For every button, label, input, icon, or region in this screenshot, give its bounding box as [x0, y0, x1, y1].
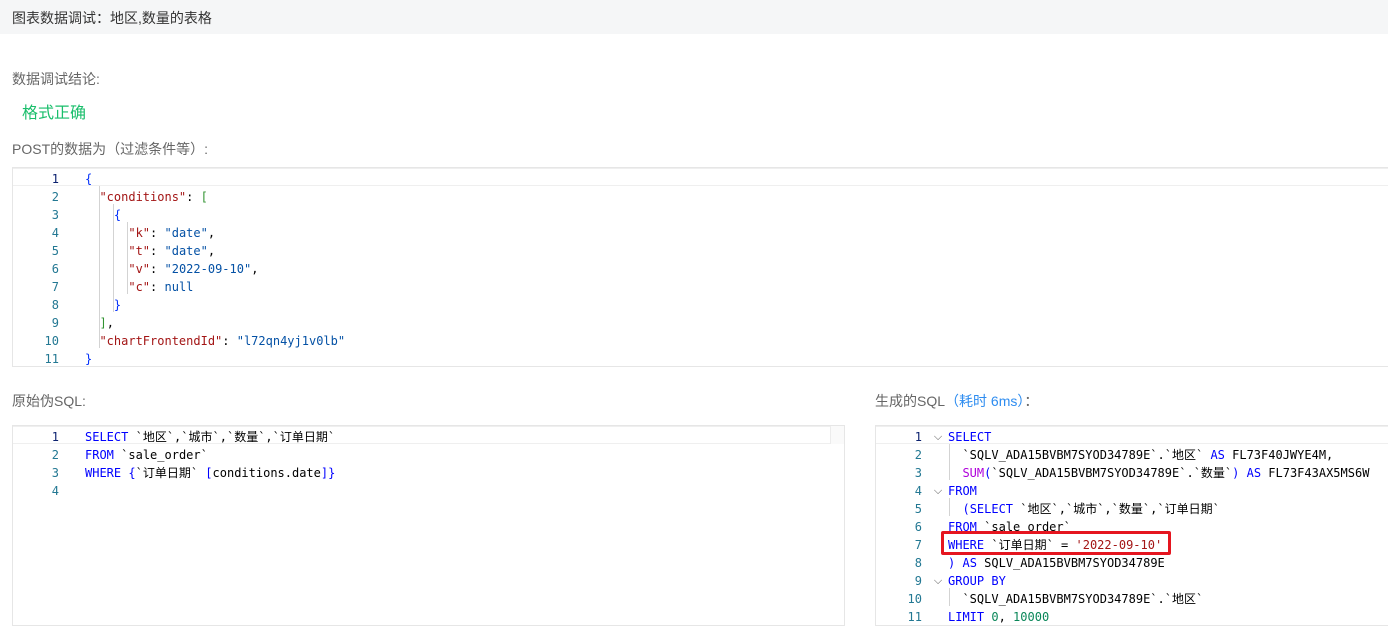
line-number: 11: [44, 352, 59, 366]
code-line: }: [113, 298, 122, 312]
fold-chevron-icon[interactable]: ⌵: [932, 428, 944, 446]
generated-sql-label-text: 生成的SQL: [875, 393, 946, 409]
raw-sql-label: 原始伪SQL:: [12, 393, 86, 409]
line-number: 4: [51, 484, 59, 498]
line-number: 9: [914, 574, 922, 588]
line-number: 11: [907, 610, 922, 624]
line-number: 3: [51, 208, 59, 222]
line-number: 2: [51, 448, 59, 462]
current-line-highlight: [13, 168, 1388, 186]
fold-chevron-icon[interactable]: ⌵: [932, 572, 944, 590]
code-line: }: [85, 352, 93, 366]
line-number: 3: [51, 466, 59, 480]
code-line: LIMIT 0, 10000: [948, 610, 1050, 624]
line-number: 4: [51, 226, 59, 240]
code-line: "v": "2022-09-10",: [128, 262, 259, 276]
line-number: 4: [914, 484, 922, 498]
line-number: 10: [44, 334, 59, 348]
code-line: (SELECT `地区`,`城市`,`数量`,`订单日期`: [962, 502, 1220, 516]
generated-sql-label: 生成的SQL（耗时 6ms）：: [875, 391, 1038, 411]
code-line: `SQLV_ADA15BVBM7SYOD34789E`.`地区`: [962, 592, 1204, 606]
code-line: {: [113, 208, 122, 222]
line-number: 8: [914, 556, 922, 570]
code-line: SELECT: [948, 430, 992, 444]
code-line: FROM: [948, 484, 977, 498]
line-number: 9: [51, 316, 59, 330]
line-number: 8: [51, 298, 59, 312]
generated-sql-editor[interactable]: 1 ⌵ SELECT 2 `SQLV_ADA15BVBM7SYOD34789E`.`地…: [875, 425, 1388, 626]
result-status: 格式正确: [22, 105, 87, 122]
code-line: "k": "date",: [128, 226, 216, 240]
line-number: 7: [51, 280, 59, 294]
code-line: ) AS SQLV_ADA15BVBM7SYOD34789E: [948, 556, 1165, 570]
page-title: 图表数据调试：地区,数量的表格: [12, 10, 212, 26]
generated-sql-label-suffix: ：: [1024, 393, 1039, 409]
code-line: "conditions": [: [99, 190, 208, 204]
code-line: `SQLV_ADA15BVBM7SYOD34789E`.`地区` AS FL73…: [962, 448, 1334, 462]
code-line: SUM(`SQLV_ADA15BVBM7SYOD34789E`.`数量`) AS…: [962, 466, 1370, 480]
line-number: 6: [914, 520, 922, 534]
line-number: 2: [51, 190, 59, 204]
raw-sql-editor[interactable]: 1 SELECT `地区`,`城市`,`数量`,`订单日期` 2 FROM `sale…: [12, 425, 845, 626]
line-number: 6: [51, 262, 59, 276]
result-label: 数据调试结论:: [12, 71, 100, 87]
line-number: 10: [907, 592, 922, 606]
page-header: 图表数据调试：地区,数量的表格: [0, 0, 1388, 34]
code-line: "t": "date",: [128, 244, 216, 258]
line-number: 7: [914, 538, 922, 552]
code-line: "chartFrontendId": "l72qn4yj1v0lb": [99, 334, 346, 348]
line-number: 2: [914, 448, 922, 462]
code-line: SELECT `地区`,`城市`,`数量`,`订单日期`: [85, 430, 336, 444]
editor-scrollbar[interactable]: [830, 426, 844, 444]
post-data-label: POST的数据为（过滤条件等）:: [12, 141, 209, 157]
code-line: "c": null: [128, 280, 194, 294]
code-line: FROM `sale_order`: [85, 448, 208, 462]
line-number: 1: [51, 172, 59, 186]
where-clause-highlight: [941, 531, 1171, 555]
fold-chevron-icon[interactable]: ⌵: [932, 482, 944, 500]
code-line: WHERE {`订单日期` [conditions.date]}: [85, 466, 336, 480]
line-number: 5: [914, 502, 922, 516]
generated-sql-timing: （耗时 6ms）: [945, 393, 1025, 409]
line-number: 1: [51, 430, 59, 444]
post-data-editor[interactable]: 1 {2 "conditions": [ 3 {4 "k": "date", 5 "t…: [12, 167, 1388, 367]
code-line: {: [85, 172, 93, 186]
line-number: 3: [914, 466, 922, 480]
line-number: 1: [914, 430, 922, 444]
code-line: GROUP BY: [948, 574, 1006, 588]
code-line: ],: [99, 316, 114, 330]
line-number: 5: [51, 244, 59, 258]
